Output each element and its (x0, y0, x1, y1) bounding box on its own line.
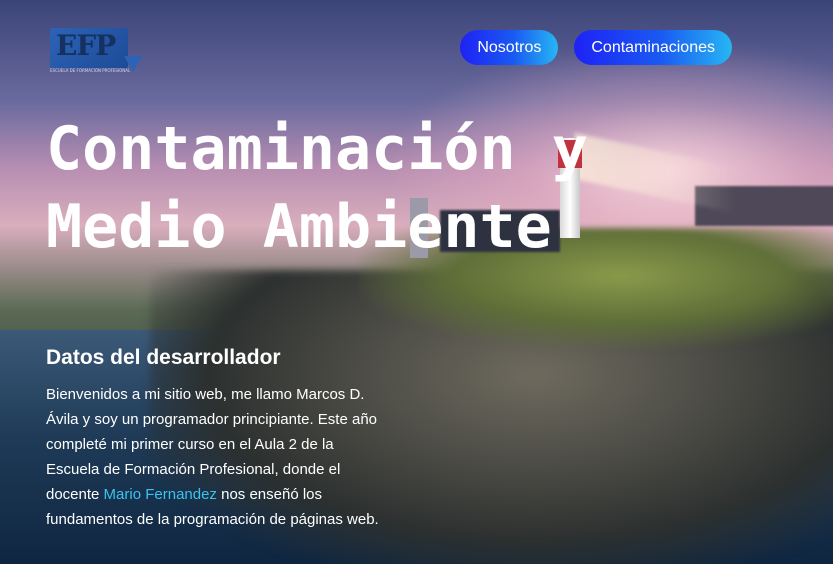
nav-button-nosotros[interactable]: Nosotros (460, 30, 559, 65)
efp-logo[interactable]: EFP ESCUELA DE FORMACIÓN PROFESIONAL (50, 28, 144, 74)
logo-subtext: ESCUELA DE FORMACIÓN PROFESIONAL (50, 68, 131, 73)
page-title: Contaminación y Medio Ambiente (46, 114, 588, 262)
developer-heading: Datos del desarrollador (46, 346, 281, 369)
hero-section: EFP ESCUELA DE FORMACIÓN PROFESIONAL Nos… (0, 0, 833, 564)
developer-bio: Bienvenidos a mi sitio web, me llamo Mar… (46, 382, 386, 532)
nav-button-contaminaciones[interactable]: Contaminaciones (574, 30, 732, 65)
main-nav: Nosotros Contaminaciones (460, 30, 732, 65)
teacher-link[interactable]: Mario Fernandez (104, 486, 217, 503)
logo-text: EFP (56, 29, 116, 62)
